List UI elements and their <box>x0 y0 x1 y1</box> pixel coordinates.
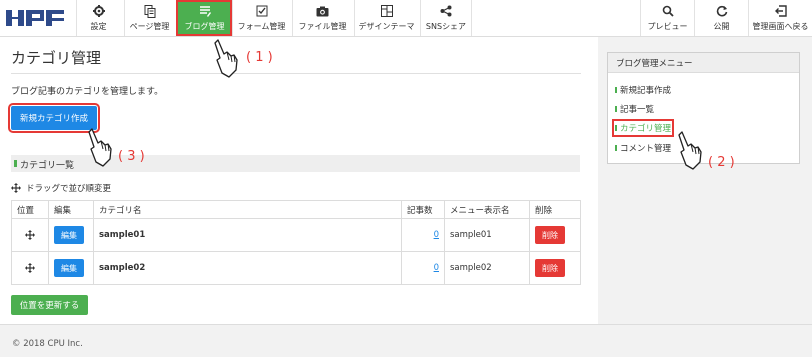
sidebar-item-article-list[interactable]: 記事一覧 <box>615 103 654 115</box>
sidebar-title: ブログ管理メニュー <box>608 53 799 73</box>
search-icon <box>641 4 694 18</box>
sidebar-item-new-article[interactable]: 新規記事作成 <box>615 84 671 96</box>
sidebar-item-label: 新規記事作成 <box>620 86 672 96</box>
step-3-annotation: ( 3 ) <box>118 149 145 164</box>
pointing-hand-icon <box>214 39 238 78</box>
nav-page-management[interactable]: ページ管理 <box>124 0 174 36</box>
nav-page-management-label: ページ管理 <box>129 22 170 31</box>
menu-display-name: sample02 <box>444 251 530 285</box>
sidebar-item-comment-management[interactable]: コメント管理 <box>615 142 671 154</box>
article-count-link[interactable]: 0 <box>434 230 439 240</box>
section-marker <box>14 160 17 167</box>
footer: © 2018 CPU Inc. <box>0 324 812 357</box>
drag-hint: ドラッグで並び順変更 <box>11 182 111 194</box>
move-arrows-icon <box>25 263 35 273</box>
edit-button[interactable]: 編集 <box>54 259 84 277</box>
layout-icon <box>355 4 418 18</box>
nav-back-to-admin-label: 管理画面へ戻る <box>752 22 809 31</box>
bullet-marker <box>615 125 617 131</box>
update-position-button[interactable]: 位置を更新する <box>11 295 88 315</box>
article-count-link[interactable]: 0 <box>434 263 439 273</box>
checkbox-form-icon <box>233 4 290 18</box>
col-category-name: カテゴリ名 <box>93 200 402 219</box>
nav-sns-share[interactable]: SNSシェア <box>420 0 472 36</box>
nav-design-theme[interactable]: デザインテーマ <box>354 0 418 36</box>
title-divider <box>11 73 581 74</box>
drag-hint-text: ドラッグで並び順変更 <box>26 184 112 194</box>
nav-settings-label: 設定 <box>90 22 107 31</box>
move-arrows-icon <box>11 183 21 193</box>
bullet-marker <box>615 106 617 112</box>
nav-file-management-label: ファイル管理 <box>298 22 347 31</box>
top-navbar: 設定 ページ管理 ブログ管理 フォーム管理 ファイル管理 デザインテーマ SNS… <box>0 0 812 37</box>
blog-icon <box>177 4 232 18</box>
table-row: 編集 sample02 0 sample02 削除 <box>11 251 581 285</box>
sidebar-item-label: コメント管理 <box>620 144 672 154</box>
bullet-marker <box>615 87 617 93</box>
sidebar-item-label: 記事一覧 <box>620 105 655 115</box>
sidebar-item-category-management[interactable]: カテゴリ管理 <box>611 119 675 137</box>
col-edit: 編集 <box>48 200 94 219</box>
nav-sns-share-label: SNSシェア <box>425 22 467 31</box>
nav-settings[interactable]: 設定 <box>76 0 120 36</box>
drag-handle[interactable] <box>11 251 49 285</box>
new-category-button[interactable]: 新規カテゴリ作成 <box>8 103 100 133</box>
nav-blog-management-label: ブログ管理 <box>184 22 225 31</box>
col-position: 位置 <box>11 200 49 219</box>
page-title: カテゴリ管理 <box>11 49 102 67</box>
camera-icon <box>293 4 352 18</box>
copyright-text: © 2018 CPU Inc. <box>12 339 83 349</box>
sidebar-item-label: カテゴリ管理 <box>620 124 672 134</box>
share-icon <box>421 4 471 18</box>
category-table: 位置 編集 カテゴリ名 記事数 メニュー表示名 削除 編集 sample01 0… <box>11 200 581 285</box>
table-row: 編集 sample01 0 sample01 削除 <box>11 218 581 252</box>
nav-back-to-admin[interactable]: 管理画面へ戻る <box>748 0 812 36</box>
nav-design-theme-label: デザインテーマ <box>358 22 415 31</box>
main-content: カテゴリ管理 ブログ記事のカテゴリを管理します。 新規カテゴリ作成 カテゴリ一覧… <box>0 37 598 324</box>
nav-publish-label: 公開 <box>713 22 730 31</box>
col-article-count: 記事数 <box>401 200 445 219</box>
pointing-hand-icon <box>678 131 702 170</box>
exit-icon <box>749 4 812 18</box>
col-menu-name: メニュー表示名 <box>444 200 530 219</box>
category-name: sample02 <box>93 251 402 285</box>
nav-preview-label: プレビュー <box>647 22 688 31</box>
menu-display-name: sample01 <box>444 218 530 252</box>
gear-icon <box>77 4 120 18</box>
delete-button[interactable]: 削除 <box>535 226 565 244</box>
step-1-annotation: ( 1 ) <box>246 50 273 65</box>
nav-blog-management[interactable]: ブログ管理 <box>176 0 232 36</box>
delete-button[interactable]: 削除 <box>535 259 565 277</box>
pointing-hand-icon <box>88 128 112 167</box>
edit-button[interactable]: 編集 <box>54 226 84 244</box>
logo[interactable] <box>6 9 68 27</box>
nav-form-management[interactable]: フォーム管理 <box>232 0 290 36</box>
step-2-annotation: ( 2 ) <box>708 155 735 170</box>
nav-form-management-label: フォーム管理 <box>237 22 286 31</box>
section-title: カテゴリ一覧 <box>20 161 75 171</box>
pages-icon <box>125 4 174 18</box>
move-arrows-icon <box>25 230 35 240</box>
page-description: ブログ記事のカテゴリを管理します。 <box>11 87 164 97</box>
category-name: sample01 <box>93 218 402 252</box>
drag-handle[interactable] <box>11 218 49 252</box>
col-delete: 削除 <box>529 200 581 219</box>
nav-file-management[interactable]: ファイル管理 <box>292 0 352 36</box>
nav-preview[interactable]: プレビュー <box>640 0 694 36</box>
refresh-icon <box>695 4 748 18</box>
bullet-marker <box>615 145 617 151</box>
table-header-row: 位置 編集 カテゴリ名 記事数 メニュー表示名 削除 <box>11 200 581 219</box>
nav-publish[interactable]: 公開 <box>694 0 748 36</box>
